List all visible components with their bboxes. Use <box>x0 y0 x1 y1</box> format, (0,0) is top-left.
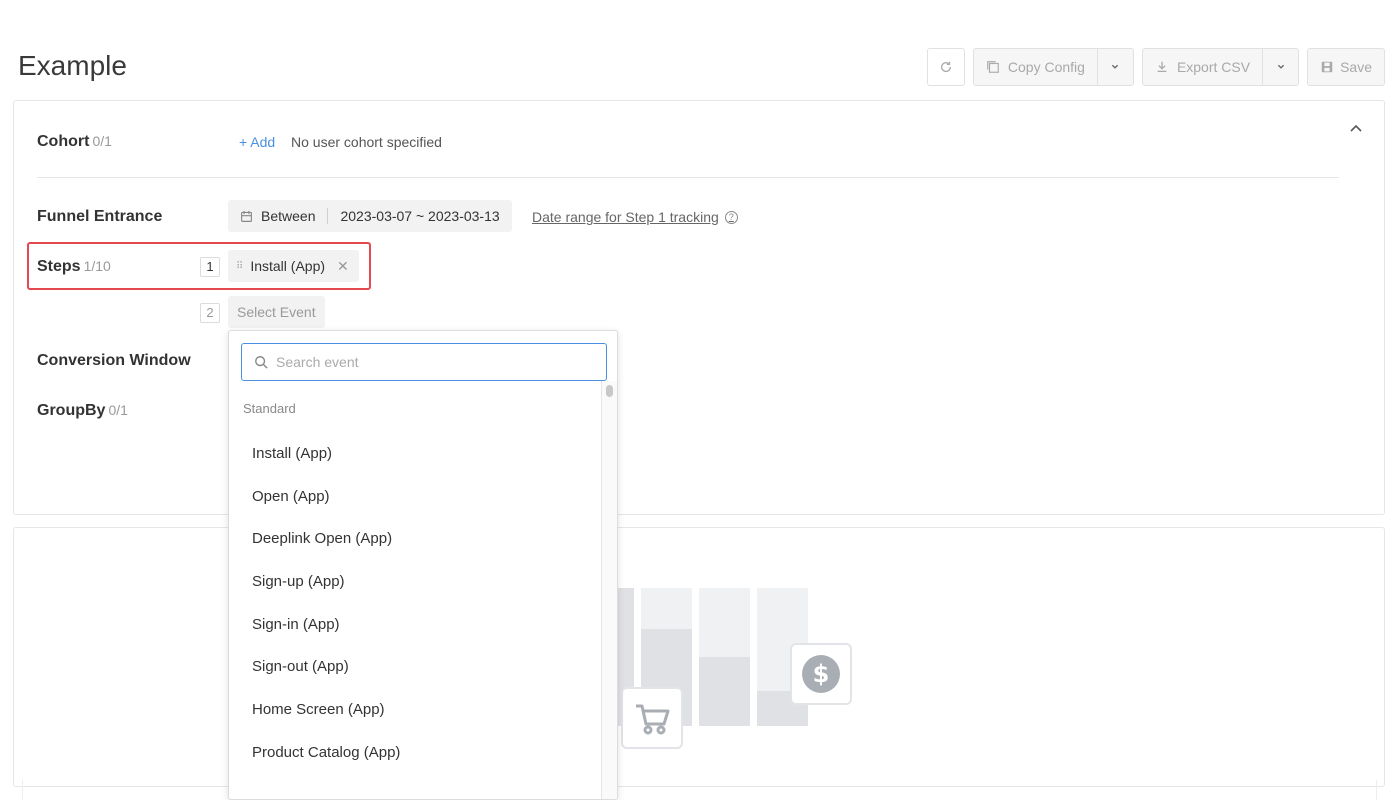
cohort-count: 0/1 <box>92 133 112 149</box>
date-separator <box>327 208 329 224</box>
event-option[interactable]: Sign-out (App) <box>229 646 601 689</box>
conversion-window-label: Conversion Window <box>37 352 191 369</box>
event-option[interactable]: Sign-in (App) <box>229 604 601 647</box>
save-label: Save <box>1340 59 1372 75</box>
date-range-hint[interactable]: Date range for Step 1 tracking ? <box>532 209 738 225</box>
copy-config-label: Copy Config <box>1007 59 1085 75</box>
step-number: 1 <box>200 257 220 277</box>
bottom-frame <box>22 780 1377 800</box>
shopping-cart-icon <box>621 687 683 749</box>
chevron-down-icon <box>1112 64 1119 69</box>
event-option[interactable]: Install (App) <box>229 433 601 476</box>
refresh-icon <box>940 61 951 73</box>
divider <box>37 177 1339 178</box>
date-range-value: 2023-03-07 ~ 2023-03-13 <box>340 208 500 224</box>
export-csv-dropdown-button[interactable] <box>1263 48 1300 86</box>
event-dropdown: Standard Install (App)Open (App)Deeplink… <box>228 330 618 800</box>
calendar-icon <box>241 210 252 222</box>
event-option[interactable]: Deeplink Open (App) <box>229 518 601 561</box>
drag-handle-icon[interactable]: ⠿ <box>236 261 243 272</box>
search-event-box[interactable] <box>241 343 607 381</box>
cohort-empty-text: No user cohort specified <box>291 134 442 150</box>
steps-label: Steps 1/10 <box>37 258 111 275</box>
event-option[interactable]: Sign-up (App) <box>229 561 601 604</box>
event-option[interactable]: Product Catalog (App) <box>229 732 601 775</box>
groupby-count: 0/1 <box>108 402 128 418</box>
copy-config-group: Copy Config <box>972 48 1134 86</box>
scrollbar[interactable] <box>601 381 617 799</box>
config-panel: Cohort 0/1 + Add No user cohort specified… <box>13 100 1385 515</box>
groupby-label: GroupBy 0/1 <box>37 402 128 419</box>
search-icon <box>255 356 268 369</box>
help-icon[interactable]: ? <box>724 210 738 224</box>
select-event-button[interactable]: Select Event <box>228 296 325 328</box>
page-title: Example <box>18 50 127 81</box>
date-range-picker[interactable]: Between 2023-03-07 ~ 2023-03-13 <box>228 200 512 232</box>
step-chip[interactable]: ⠿ Install (App) ✕ <box>228 250 359 282</box>
chevron-down-icon <box>1277 64 1284 69</box>
step-number: 2 <box>200 303 220 323</box>
funnel-entrance-label: Funnel Entrance <box>37 208 163 225</box>
add-cohort-link[interactable]: + Add <box>239 134 275 150</box>
search-event-input[interactable] <box>276 354 576 370</box>
refresh-button[interactable] <box>926 48 965 86</box>
event-group-label: Standard <box>243 401 296 416</box>
cohort-label: Cohort 0/1 <box>37 133 112 150</box>
chevron-up-icon[interactable] <box>1348 121 1364 137</box>
save-button[interactable]: Save <box>1307 48 1385 86</box>
event-option[interactable]: Open (App) <box>229 476 601 519</box>
close-icon[interactable]: ✕ <box>337 258 349 275</box>
scrollbar-thumb[interactable] <box>606 385 613 397</box>
steps-count: 1/10 <box>83 258 111 274</box>
chart-panel: $ <box>13 527 1385 787</box>
copy-config-dropdown-button[interactable] <box>1097 48 1134 86</box>
svg-text:$: $ <box>813 660 830 688</box>
toolbar: Copy Config Export CSV Save <box>926 48 1385 86</box>
event-list: Install (App) Open (App) Deeplink Open (Ap… <box>229 433 601 775</box>
export-csv-group: Export CSV <box>1141 48 1300 86</box>
export-csv-button[interactable]: Export CSV <box>1141 48 1264 86</box>
step-event: Install (App) <box>250 258 326 274</box>
dollar-coin-icon: $ <box>790 643 852 705</box>
save-icon <box>1321 61 1333 73</box>
copy-icon <box>987 61 999 73</box>
event-option[interactable]: Home Screen (App) <box>229 689 601 732</box>
date-mode: Between <box>261 208 316 224</box>
download-icon <box>1157 61 1167 73</box>
export-csv-label: Export CSV <box>1176 59 1251 75</box>
funnel-bar <box>699 657 750 726</box>
copy-config-button[interactable]: Copy Config <box>972 48 1098 86</box>
